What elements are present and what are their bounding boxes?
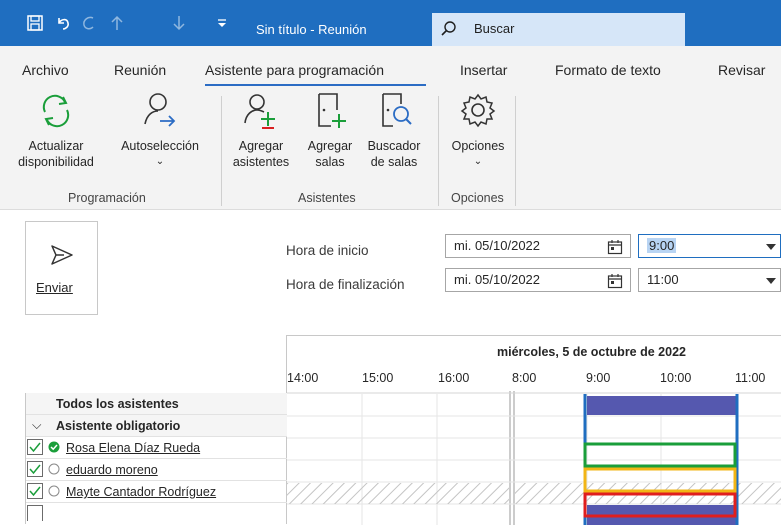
attendee-row[interactable]: Rosa Elena Díaz Rueda [26,437,287,459]
room-finder-icon [362,90,426,130]
ribbon: Actualizar disponibilidad Autoselección … [0,86,781,210]
start-date-value: mi. 05/10/2022 [454,238,541,253]
start-time-label: Hora de inicio [286,243,369,258]
chevron-down-icon[interactable]: ⌵ [32,418,41,433]
autoselect-label: Autoselección [121,139,199,153]
attendee-name[interactable]: Rosa Elena Díaz Rueda [66,441,200,455]
unknown-status-icon [48,463,60,478]
save-icon[interactable] [24,12,46,34]
add-rooms-label-1: Agregar [307,139,353,153]
refresh-availability-button[interactable]: Actualizar disponibilidad [2,90,110,170]
send-icon [50,244,74,269]
title-bar: Sin título - Reunión Buscar [0,0,781,46]
gear-icon [446,90,510,130]
refresh-label-2: disponibilidad [18,155,94,169]
tab-archivo[interactable]: Archivo [22,62,69,78]
available-status-icon [48,441,60,456]
end-time-dropdown[interactable]: 11:00 [638,268,781,292]
attendee-row[interactable]: Mayte Cantador Rodríguez [26,481,287,503]
tab-revisar[interactable]: Revisar [718,62,765,78]
attendee-checkbox[interactable] [27,483,43,499]
start-time-value: 9:00 [647,238,677,253]
tab-insertar[interactable]: Insertar [460,62,507,78]
search-label: Buscar [474,21,515,36]
attendee-checkbox[interactable] [27,461,43,477]
required-group-label: Asistente obligatorio [56,419,181,433]
end-time-value: 11:00 [647,272,679,287]
all-attendees-row: Todos los asistentes [26,393,287,415]
refresh-label-1: Actualizar [28,139,84,153]
scheduling-assistant-panel: Enviar Hora de inicio Hora de finalizaci… [0,210,781,525]
free-busy-grid[interactable] [286,335,781,525]
add-rooms-button[interactable]: Agregar salas [300,90,360,170]
send-button[interactable]: Enviar [25,221,98,315]
unknown-status-icon [48,485,60,500]
room-finder-label-2: de salas [370,155,418,169]
tab-asistente-programacion[interactable]: Asistente para programación [205,62,384,78]
attendee-list: Todos los asistentes ⌵ Asistente obligat… [25,393,287,525]
room-finder-label-1: Buscador [367,139,421,153]
group-label-asistentes: Asistentes [298,191,356,205]
hour-label: 8:00 [512,371,537,385]
hour-label: 15:00 [362,371,394,385]
chevron-down-icon: ⌄ [473,156,483,167]
start-date-field[interactable]: mi. 05/10/2022 [445,234,631,258]
start-time-dropdown[interactable]: 9:00 [638,234,781,258]
all-attendees-label: Todos los asistentes [56,397,179,411]
add-attendee-icon [230,90,292,130]
end-date-value: mi. 05/10/2022 [454,272,541,287]
end-date-field[interactable]: mi. 05/10/2022 [445,268,631,292]
tab-reunion[interactable]: Reunión [114,62,166,78]
schedule-date-header: miércoles, 5 de octubre de 2022 [497,345,686,359]
refresh-icon [2,90,110,130]
hour-label: 14:00 [287,371,319,385]
group-divider [515,96,516,206]
attendee-row[interactable]: eduardo moreno [26,459,287,481]
group-divider [438,96,439,206]
calendar-icon[interactable] [607,239,623,258]
autoselect-icon [112,90,208,130]
dropdown-arrow-icon[interactable] [766,244,776,250]
end-time-label: Hora de finalización [286,277,405,292]
search-icon [440,20,458,41]
add-room-icon [300,90,360,130]
group-divider [221,96,222,206]
grid-canvas [287,391,781,525]
down-arrow-icon[interactable] [168,12,190,34]
calendar-icon[interactable] [607,273,623,292]
undo-icon[interactable] [52,12,74,34]
add-attendees-label-2: asistentes [232,155,290,169]
chevron-down-icon: ⌄ [155,156,165,167]
options-button[interactable]: Opciones ⌄ [446,90,510,170]
group-label-opciones: Opciones [451,191,504,205]
up-arrow-icon[interactable] [106,12,128,34]
tab-formato-texto[interactable]: Formato de texto [555,62,661,78]
search-box[interactable]: Buscar [432,13,685,46]
attendee-name[interactable]: Mayte Cantador Rodríguez [66,485,216,499]
ribbon-tabs: Archivo Reunión Asistente para programac… [0,46,781,86]
attendee-checkbox[interactable] [27,439,43,455]
send-label: Enviar [36,280,73,295]
customize-icon[interactable] [211,12,233,34]
hour-label: 11:00 [735,371,766,385]
group-label-programacion: Programación [68,191,146,205]
dropdown-arrow-icon[interactable] [766,278,776,284]
autoselect-button[interactable]: Autoselección ⌄ [112,90,208,170]
attendee-row[interactable] [26,503,287,525]
window-title: Sin título - Reunión [256,22,367,37]
options-label: Opciones [451,139,505,153]
add-attendees-label-1: Agregar [238,139,284,153]
required-attendees-group[interactable]: ⌵ Asistente obligatorio [26,415,287,437]
attendee-name[interactable]: eduardo moreno [66,463,158,477]
hour-label: 9:00 [586,371,611,385]
room-finder-button[interactable]: Buscador de salas [362,90,426,170]
redo-icon[interactable] [78,12,100,34]
add-rooms-label-2: salas [315,155,345,169]
add-attendees-button[interactable]: Agregar asistentes [230,90,292,170]
hour-label: 16:00 [438,371,470,385]
attendee-checkbox[interactable] [27,505,43,521]
hour-label: 10:00 [660,371,692,385]
